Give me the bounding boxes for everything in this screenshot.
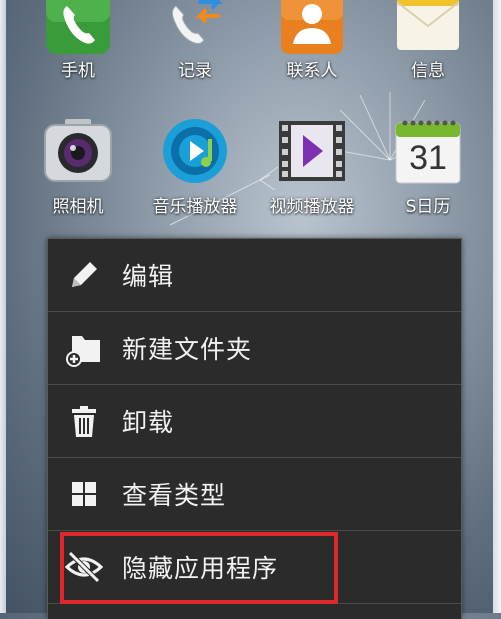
app-video-player[interactable]: 视频播放器 [257,117,367,217]
app-label: S日历 [405,197,451,217]
app-label: 记录 [178,61,212,81]
menu-item-label: 卸载 [122,408,175,437]
highlight-annotation [60,532,338,604]
app-label: 音乐播放器 [152,197,238,217]
app-label: 手机 [61,61,95,81]
app-messages[interactable]: 信息 [373,0,483,81]
camera-icon [43,117,113,185]
app-music-player[interactable]: 音乐播放器 [140,117,250,217]
app-label: 视频播放器 [269,197,355,217]
contacts-icon [279,0,345,58]
menu-item-label: 编辑 [122,262,175,291]
app-calendar[interactable]: 31 S日历 [373,117,483,217]
app-label: 照相机 [52,197,104,217]
app-label: 信息 [411,61,445,81]
messages-icon [395,0,461,58]
video-player-icon [277,117,347,185]
app-call-log[interactable]: 记录 [140,0,250,81]
phone-icon [45,0,111,58]
menu-item-new-folder[interactable]: 新建文件夹 [48,312,461,385]
left-frame [0,0,6,613]
menu-item-view-type[interactable]: 查看类型 [48,458,461,531]
new-folder-icon [64,328,104,368]
app-contacts[interactable]: 联系人 [257,0,367,81]
grid-view-icon [64,474,104,514]
music-player-icon [160,117,230,185]
trash-icon [64,401,104,441]
call-log-icon [162,0,228,58]
app-camera[interactable]: 照相机 [23,117,133,217]
calendar-icon: 31 [393,117,463,185]
right-frame [493,0,501,613]
menu-item-uninstall[interactable]: 卸载 [48,385,461,458]
menu-item-edit[interactable]: 编辑 [48,239,461,312]
calendar-day: 31 [409,139,447,177]
app-phone[interactable]: 手机 [23,0,133,81]
app-label: 联系人 [286,61,338,81]
menu-item-label: 查看类型 [122,481,227,510]
pencil-icon [64,255,104,295]
menu-item-label: 新建文件夹 [122,335,253,364]
